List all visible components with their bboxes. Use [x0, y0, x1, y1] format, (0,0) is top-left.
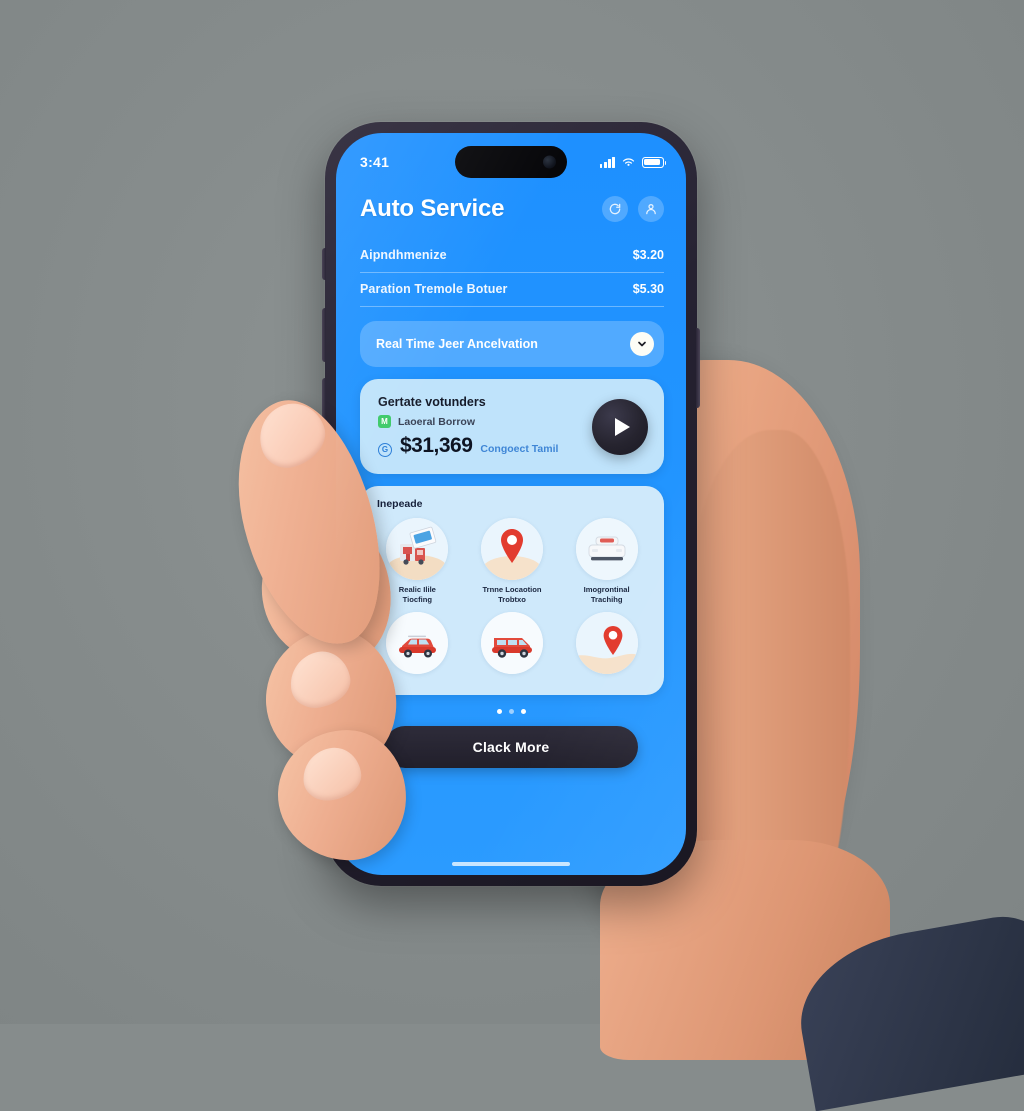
cellular-signal-icon: [599, 156, 615, 168]
wifi-icon: [622, 158, 635, 166]
status-bar-indicators: [599, 156, 667, 168]
battery-icon: [642, 156, 667, 168]
scene-background: 3:41 Auto Service Aipndhmenize $3.20 Par…: [0, 0, 1024, 1111]
status-bar-time: 3:41: [360, 154, 390, 170]
status-bar: 3:41: [336, 133, 686, 183]
